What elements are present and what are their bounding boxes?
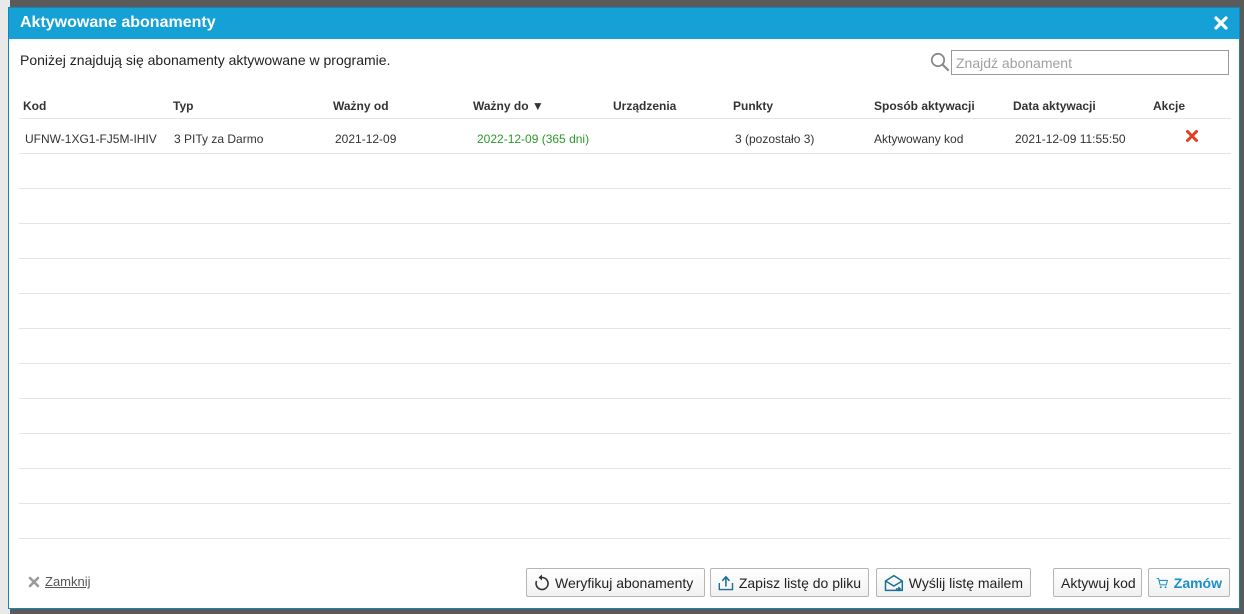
cart-icon — [1156, 577, 1168, 588]
empty-row — [19, 399, 1231, 434]
search-icon — [930, 52, 950, 72]
save-to-file-button[interactable]: Zapisz listę do pliku — [710, 568, 869, 597]
cell-data: 2021-12-09 11:55:50 — [1015, 132, 1126, 146]
order-button[interactable]: Zamów — [1148, 568, 1230, 597]
save-label: Zapisz listę do pliku — [738, 574, 861, 591]
dialog-titlebar: Aktywowane abonamenty — [9, 8, 1239, 39]
column-header-sposob[interactable]: Sposób aktywacji — [874, 99, 975, 113]
refresh-icon — [535, 574, 549, 590]
column-header-wazny-do[interactable]: Ważny do ▼ — [473, 99, 544, 113]
activate-label: Aktywuj kod — [1061, 574, 1136, 591]
column-header-kod[interactable]: Kod — [23, 99, 46, 113]
order-label: Zamów — [1173, 574, 1222, 591]
cell-typ: 3 PITy za Darmo — [174, 132, 264, 146]
empty-row — [19, 504, 1231, 539]
column-header-akcje: Akcje — [1153, 99, 1186, 113]
cell-wazny-do: 2022-12-09 (365 dni) — [477, 132, 590, 146]
empty-row — [19, 224, 1231, 259]
close-x-icon — [28, 576, 40, 588]
column-header-typ[interactable]: Typ — [173, 99, 193, 113]
subscriptions-dialog: Aktywowane abonamenty Poniżej znajdują s… — [8, 7, 1240, 609]
delete-icon[interactable] — [1185, 129, 1199, 143]
table-row[interactable]: UFNW-1XG1-FJ5M-IHIV 3 PITy za Darmo 2021… — [19, 119, 1231, 154]
cell-wazny-od: 2021-12-09 — [335, 132, 397, 146]
empty-row — [19, 259, 1231, 294]
upload-icon — [718, 575, 734, 590]
search-input[interactable] — [951, 50, 1229, 75]
close-link-label: Zamknij — [45, 574, 91, 589]
verify-label: Weryfikuj abonamenty — [555, 574, 694, 591]
close-icon[interactable] — [1213, 14, 1229, 32]
empty-row — [19, 434, 1231, 469]
empty-row — [19, 294, 1231, 329]
send-by-mail-button[interactable]: Wyślij listę mailem — [876, 568, 1031, 597]
empty-row — [19, 469, 1231, 504]
column-header-data[interactable]: Data aktywacji — [1013, 99, 1096, 113]
cell-sposob: Aktywowany kod — [874, 132, 964, 146]
empty-row — [19, 154, 1231, 189]
column-header-punkty[interactable]: Punkty — [733, 99, 773, 113]
cell-punkty: 3 (pozostało 3) — [735, 132, 815, 146]
table-header: Kod Typ Ważny od Ważny do ▼ Urządzenia P… — [19, 96, 1231, 119]
cell-kod: UFNW-1XG1-FJ5M-IHIV — [25, 132, 157, 146]
column-header-urzadzenia[interactable]: Urządzenia — [613, 99, 676, 113]
close-link[interactable]: Zamknij — [28, 574, 91, 589]
mail-label: Wyślij listę mailem — [908, 574, 1023, 591]
dialog-description: Poniżej znajdują się abonamenty aktywowa… — [20, 52, 391, 68]
mail-icon — [884, 574, 904, 591]
subscriptions-table: Kod Typ Ważny od Ważny do ▼ Urządzenia P… — [19, 96, 1231, 539]
verify-subscriptions-button[interactable]: Weryfikuj abonamenty — [526, 568, 705, 597]
empty-row — [19, 189, 1231, 224]
column-header-wazny-od[interactable]: Ważny od — [333, 99, 389, 113]
empty-row — [19, 364, 1231, 399]
activate-code-button[interactable]: Aktywuj kod — [1053, 568, 1142, 597]
dialog-title: Aktywowane abonamenty — [20, 14, 216, 31]
empty-row — [19, 329, 1231, 364]
